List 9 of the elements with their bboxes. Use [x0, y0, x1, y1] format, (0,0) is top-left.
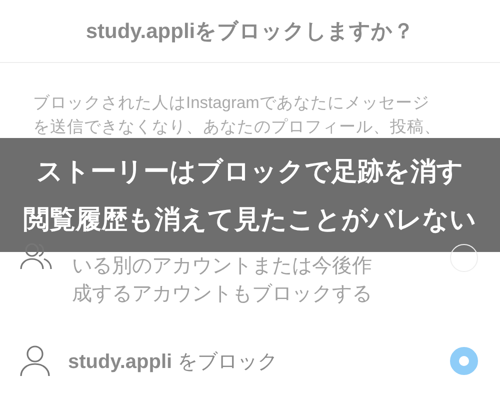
dialog-title: study.appliをブロックしますか？: [86, 19, 414, 45]
option-label: いる別のアカウントまたは今後作成するアカウントもブロックする: [72, 254, 373, 307]
caption-text: ストーリーはブロックで足跡を消す: [36, 155, 464, 188]
radio-button[interactable]: [450, 347, 478, 375]
description-text: ブロックされた人はInstagramであなたにメッセージ: [33, 93, 430, 114]
caption-text: 閲覧履歴も消えて見たことがバレない: [24, 203, 476, 236]
person-icon: [20, 345, 50, 377]
option-label: study.appli をブロック: [68, 350, 279, 374]
description-text: を送信できなくなり、あなたのプロフィール、投稿、: [33, 117, 442, 138]
